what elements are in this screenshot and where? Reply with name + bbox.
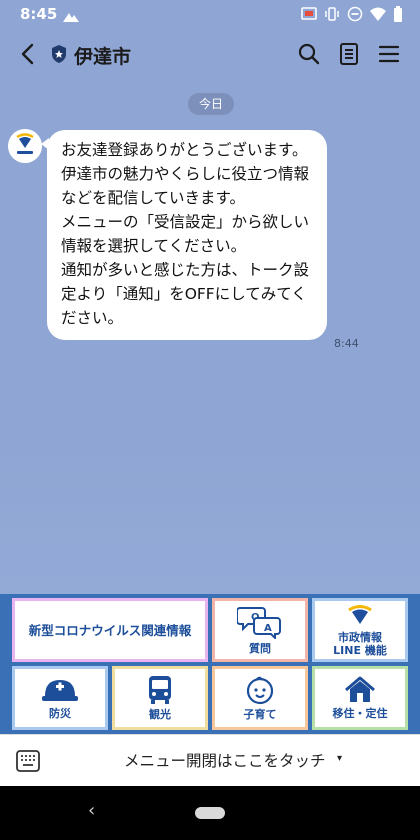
menu-tile-label: 観光: [149, 708, 171, 721]
cast-icon: [300, 6, 318, 26]
menu-toggle-label[interactable]: メニュー開閉はここをタッチ: [124, 749, 326, 771]
nav-home-pill[interactable]: [195, 807, 225, 819]
menu-tile-covid-info[interactable]: 新型コロナウイルス関連情報: [12, 598, 208, 662]
menu-tile-label: 市政情報 LINE 機能: [333, 630, 387, 657]
nav-back-icon[interactable]: ‹: [88, 800, 95, 821]
battery-icon: [393, 6, 403, 26]
notification-icon: [62, 8, 80, 27]
baby-face-icon: [246, 676, 274, 705]
account-title[interactable]: 伊達市: [50, 42, 131, 69]
message-timestamp: 8:44: [334, 337, 359, 350]
page-title: 伊達市: [74, 46, 132, 68]
menu-tile-tourism[interactable]: 観光: [112, 666, 208, 730]
chat-header: 伊達市: [0, 28, 420, 82]
menu-tile-city-info[interactable]: 市政情報 LINE 機能: [312, 598, 408, 662]
wifi-icon: [369, 6, 387, 26]
chat-area[interactable]: 今日 お友達登録ありがとうございます。 伊達市の魅力やくらしに役立つ情報などを配…: [0, 82, 420, 594]
menu-tile-label: 防災: [49, 707, 71, 720]
menu-tile-relocation[interactable]: 移住・定住: [312, 666, 408, 730]
helmet-icon: [42, 680, 78, 701]
date-city-logo-icon: [8, 129, 42, 163]
menu-icon[interactable]: [377, 42, 401, 70]
qa-bubbles-icon: Q A: [237, 607, 281, 639]
menu-tile-child-rearing[interactable]: 子育て: [212, 666, 308, 730]
caret-down-icon: ▾: [337, 753, 343, 764]
menu-toggle-bar[interactable]: メニュー開閉はここをタッチ ▾: [0, 734, 420, 786]
notes-icon[interactable]: [337, 42, 361, 70]
verified-shield-icon: [50, 44, 68, 68]
date-separator: 今日: [188, 93, 234, 115]
date-city-logo-icon: [348, 604, 372, 624]
back-arrow-icon[interactable]: [18, 42, 38, 70]
message-bubble[interactable]: お友達登録ありがとうございます。 伊達市の魅力やくらしに役立つ情報などを配信して…: [47, 130, 327, 340]
keyboard-icon[interactable]: [16, 750, 40, 776]
menu-tile-label: 子育て: [243, 708, 277, 721]
menu-tile-label: 新型コロナウイルス関連情報: [28, 622, 192, 638]
status-bar: 8:45: [0, 0, 420, 28]
system-nav-bar: ‹: [0, 786, 420, 840]
vibrate-icon: [324, 6, 340, 26]
svg-text:A: A: [264, 623, 272, 634]
bus-icon: [149, 676, 171, 704]
menu-tile-disaster-prevention[interactable]: 防災: [12, 666, 108, 730]
rich-menu: 新型コロナウイルス関連情報 Q A 質問 市政情報 LINE 機能 防災: [0, 594, 420, 734]
do-not-disturb-icon: [347, 6, 363, 26]
avatar[interactable]: [8, 129, 42, 163]
house-icon: [345, 676, 375, 702]
menu-tile-questions[interactable]: Q A 質問: [212, 598, 308, 662]
menu-tile-label: 移住・定住: [332, 707, 388, 720]
status-time: 8:45: [20, 5, 58, 23]
menu-tile-label: 質問: [249, 642, 271, 655]
search-icon[interactable]: [297, 42, 321, 70]
